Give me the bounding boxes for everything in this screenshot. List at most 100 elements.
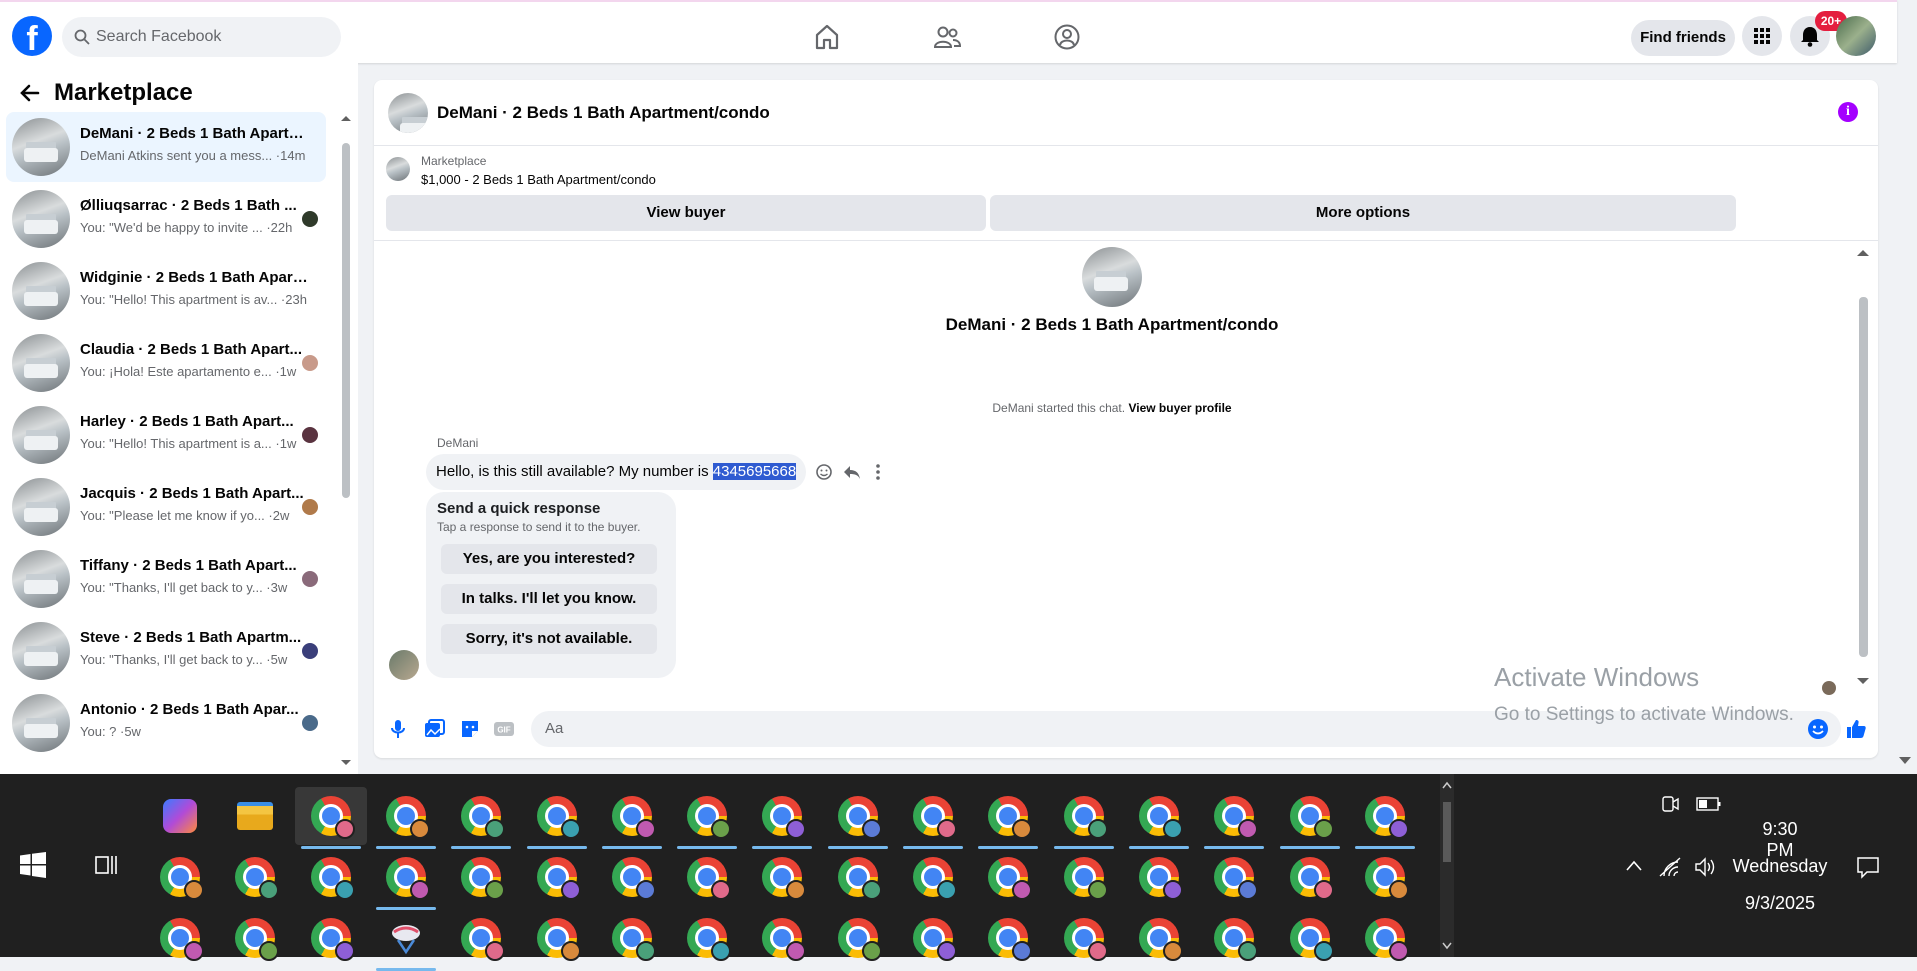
- profile-avatar[interactable]: [1836, 16, 1876, 56]
- chrome-profile-icon[interactable]: [1289, 857, 1334, 900]
- clock-day[interactable]: Wednesday: [1731, 856, 1829, 877]
- chrome-profile-icon[interactable]: [160, 857, 204, 900]
- chrome-profile-icon[interactable]: [310, 857, 355, 900]
- chrome-profile-icon[interactable]: [837, 796, 882, 839]
- conversation-item[interactable]: Claudia · 2 Beds 1 Bath Apart... You: ¡Ho…: [6, 328, 326, 398]
- chrome-profile-icon[interactable]: [536, 796, 581, 839]
- chrome-profile-icon[interactable]: [310, 918, 355, 961]
- chat-center-avatar[interactable]: [1082, 247, 1142, 307]
- more-options-button[interactable]: More options: [990, 195, 1736, 231]
- chat-header-avatar[interactable]: [388, 93, 428, 133]
- friends-icon[interactable]: [932, 22, 962, 52]
- reply-icon[interactable]: [842, 462, 862, 482]
- clock-time[interactable]: 9:30 PM: [1747, 819, 1813, 861]
- clock-date[interactable]: 9/3/2025: [1740, 893, 1820, 914]
- show-hidden-icons-icon[interactable]: [1624, 856, 1644, 876]
- chrome-profile-icon[interactable]: [461, 918, 506, 961]
- thumbs-up-icon[interactable]: [1844, 717, 1868, 741]
- photo-icon[interactable]: [422, 717, 446, 741]
- chrome-profile-icon[interactable]: [837, 857, 882, 900]
- page-scroll-down-icon[interactable]: [1898, 754, 1912, 768]
- chrome-profile-icon[interactable]: [913, 796, 957, 839]
- chrome-profile-icon[interactable]: [1063, 796, 1108, 839]
- chat-scroll-thumb[interactable]: [1859, 297, 1868, 657]
- chrome-profile-icon[interactable]: [536, 857, 581, 900]
- chrome-profile-icon[interactable]: [913, 857, 957, 900]
- conversation-item[interactable]: Steve · 2 Beds 1 Bath Apartm... You: "Tha…: [6, 616, 326, 686]
- chrome-profile-icon[interactable]: [385, 857, 430, 900]
- more-vertical-icon[interactable]: [868, 462, 888, 482]
- conversation-item[interactable]: Antonio · 2 Beds 1 Bath Apar... You: ? ·5…: [6, 688, 326, 758]
- find-friends-button[interactable]: Find friends: [1631, 20, 1735, 56]
- conversation-item[interactable]: Harley · 2 Beds 1 Bath Apart... You: "Hel…: [6, 400, 326, 470]
- chrome-profile-icon[interactable]: [762, 918, 807, 961]
- chrome-profile-icon[interactable]: [536, 918, 581, 961]
- chrome-profile-icon[interactable]: [913, 918, 957, 961]
- chrome-profile-icon[interactable]: [762, 857, 807, 900]
- notification-center-icon[interactable]: [1855, 854, 1881, 880]
- snipping-tool-icon[interactable]: [388, 920, 424, 956]
- message-bubble[interactable]: Hello, is this still available? My numbe…: [426, 454, 807, 490]
- chrome-profile-icon[interactable]: [1138, 796, 1183, 839]
- view-buyer-profile-link[interactable]: View buyer profile: [1128, 401, 1231, 415]
- chrome-profile-icon[interactable]: [988, 918, 1033, 961]
- conversation-item[interactable]: DeMani · 2 Beds 1 Bath Apartm... DeMani A…: [6, 112, 326, 182]
- info-icon[interactable]: i: [1838, 102, 1858, 122]
- chrome-profile-icon[interactable]: [461, 796, 506, 839]
- react-emoji-icon[interactable]: [814, 462, 834, 482]
- copilot-icon[interactable]: [163, 799, 197, 833]
- chrome-profile-icon[interactable]: [988, 857, 1033, 900]
- chrome-profile-icon[interactable]: [1063, 918, 1108, 961]
- view-buyer-button[interactable]: View buyer: [386, 195, 986, 231]
- highlighted-phone-number[interactable]: 4345695668: [712, 463, 797, 480]
- battery-icon[interactable]: [1696, 796, 1722, 812]
- back-arrow-icon[interactable]: [18, 81, 42, 105]
- chrome-profile-icon[interactable]: [1364, 918, 1409, 961]
- chrome-profile-icon[interactable]: [1138, 857, 1183, 900]
- conversation-item[interactable]: Jacquis · 2 Beds 1 Bath Apart... You: "Pl…: [6, 472, 326, 542]
- chrome-profile-icon[interactable]: [1214, 796, 1259, 839]
- listing-title[interactable]: $1,000 - 2 Beds 1 Bath Apartment/condo: [421, 172, 656, 187]
- chrome-profile-icon[interactable]: [235, 857, 280, 900]
- chrome-profile-icon[interactable]: [461, 857, 506, 900]
- taskbar-scrollbar[interactable]: [1440, 774, 1454, 957]
- chrome-profile-icon[interactable]: [988, 796, 1033, 839]
- conversation-item[interactable]: Ølliuqsarrac · 2 Beds 1 Bath ... You: "We…: [6, 184, 326, 254]
- microphone-icon[interactable]: [386, 717, 410, 741]
- volume-icon[interactable]: [1694, 856, 1718, 878]
- chrome-profile-icon[interactable]: [837, 918, 882, 961]
- chrome-profile-icon[interactable]: [762, 796, 807, 839]
- task-view-icon[interactable]: [92, 852, 118, 878]
- home-icon[interactable]: [812, 22, 842, 52]
- conversation-item[interactable]: Tiffany · 2 Beds 1 Bath Apart... You: "Th…: [6, 544, 326, 614]
- wifi-icon[interactable]: [1658, 856, 1682, 878]
- chrome-profile-icon[interactable]: [310, 796, 355, 839]
- search-input[interactable]: Search Facebook: [62, 17, 341, 57]
- quick-response-sorry[interactable]: Sorry, it's not available.: [441, 624, 657, 654]
- chrome-profile-icon[interactable]: [1063, 857, 1108, 900]
- facebook-logo[interactable]: f: [12, 16, 52, 56]
- windows-start-icon[interactable]: [20, 852, 46, 878]
- chrome-profile-icon[interactable]: [611, 796, 656, 839]
- chrome-profile-icon[interactable]: [385, 796, 430, 839]
- chrome-profile-icon[interactable]: [1138, 918, 1183, 961]
- chrome-profile-icon[interactable]: [687, 857, 732, 900]
- sidebar-scroll-thumb[interactable]: [342, 143, 350, 498]
- chrome-profile-icon[interactable]: [235, 918, 280, 961]
- quick-response-yes[interactable]: Yes, are you interested?: [441, 544, 657, 574]
- meet-now-icon[interactable]: [1660, 794, 1680, 814]
- menu-button[interactable]: [1742, 16, 1782, 56]
- quick-response-in-talks[interactable]: In talks. I'll let you know.: [441, 584, 657, 614]
- chrome-profile-icon[interactable]: [1289, 918, 1334, 961]
- chrome-profile-icon[interactable]: [1364, 857, 1409, 900]
- chrome-profile-icon[interactable]: [687, 796, 732, 839]
- emoji-icon[interactable]: [1806, 717, 1830, 741]
- chrome-profile-icon[interactable]: [611, 918, 656, 961]
- chrome-profile-icon[interactable]: [1364, 796, 1409, 839]
- buyer-avatar[interactable]: [389, 650, 419, 680]
- chrome-profile-icon[interactable]: [611, 857, 656, 900]
- chrome-profile-icon[interactable]: [1214, 857, 1259, 900]
- sticker-icon[interactable]: [458, 717, 482, 741]
- gif-icon[interactable]: GIF: [492, 717, 516, 741]
- file-explorer-icon[interactable]: [237, 802, 274, 830]
